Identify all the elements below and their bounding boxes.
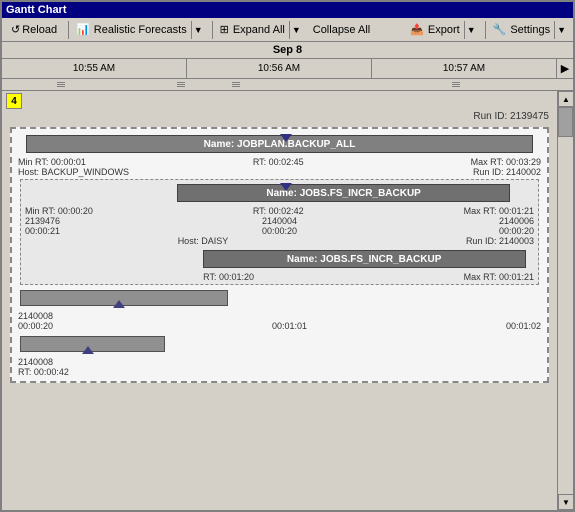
chevron-down-icon-2: ▼ <box>289 21 303 39</box>
jobplan-bar-container: Name: JOBPLAN.BACKUP_ALL <box>16 133 543 155</box>
sub-time-row-2: RT: 00:00:42 <box>16 367 543 377</box>
separator-1 <box>68 21 69 39</box>
toolbar: ↺ Reload 📊 Realistic Forecasts ▼ ⊞ Expan… <box>2 18 573 42</box>
timeline-forward-button[interactable]: ▶ <box>557 59 573 78</box>
sub-id-row-2: 2140008 <box>16 357 543 367</box>
chevron-down-icon: ▼ <box>191 21 205 39</box>
title-bar: Gantt Chart <box>2 2 573 18</box>
vertical-scrollbar: ▲ ▼ <box>557 91 573 510</box>
resize-handle-2[interactable] <box>177 79 185 91</box>
reload-icon: ↺ <box>11 23 20 36</box>
scroll-container: 4 Run ID: 2139475 Name: JOBPLAN.BACKUP_A… <box>2 91 573 510</box>
resize-handle-1[interactable] <box>57 79 65 91</box>
run-id-label-1: Run ID: 2139475 <box>2 109 557 123</box>
job3-host-run-row: Host: DAISY Run ID: 2140003 <box>23 236 536 246</box>
triangle-marker-1 <box>280 134 292 142</box>
fsincr-bar-1: Name: JOBS.FS_INCR_BACKUP <box>177 184 510 202</box>
down-triangle-2 <box>82 346 94 354</box>
job-group-1: Name: JOBPLAN.BACKUP_ALL Min RT: 00:00:0… <box>10 127 549 383</box>
down-triangle-1 <box>113 300 125 308</box>
settings-icon: 🔧 <box>493 23 507 36</box>
resize-handle-4[interactable] <box>452 79 460 91</box>
scroll-down-button[interactable]: ▼ <box>558 494 573 510</box>
separator-2 <box>212 21 213 39</box>
job-group-2: Name: JOBS.FS_INCR_BACKUP Min RT: 00:00:… <box>20 179 539 285</box>
job1-host-row: Host: BACKUP_WINDOWS Run ID: 2140002 <box>16 167 543 177</box>
gantt-content: 4 Run ID: 2139475 Name: JOBPLAN.BACKUP_A… <box>2 91 557 510</box>
gantt-chart-window: Gantt Chart ↺ Reload 📊 Realistic Forecas… <box>0 0 575 512</box>
window-title: Gantt Chart <box>6 4 67 16</box>
badge: 4 <box>6 93 22 109</box>
chevron-down-icon-4: ▼ <box>554 21 568 39</box>
resize-handle-3[interactable] <box>232 79 240 91</box>
scroll-thumb[interactable] <box>558 107 573 137</box>
expand-collapse-dropdown[interactable]: ⊞ Expand All ▼ <box>219 20 304 40</box>
time-cell-3: 10:57 AM <box>372 59 557 78</box>
time-cell-2: 10:56 AM <box>187 59 372 78</box>
time-header: 10:55 AM 10:56 AM 10:57 AM ▶ <box>2 59 573 79</box>
date-header: Sep 8 <box>2 42 573 59</box>
time-cell-1: 10:55 AM <box>2 59 187 78</box>
export-icon: 📤 <box>410 23 424 36</box>
scroll-track[interactable] <box>558 107 573 494</box>
collapse-all-button[interactable]: Collapse All <box>308 20 375 40</box>
sub-bar-row-2 <box>20 333 539 355</box>
settings-dropdown[interactable]: 🔧 Settings ▼ <box>492 20 569 40</box>
triangle-marker-2 <box>280 183 292 191</box>
chevron-down-icon-3: ▼ <box>464 21 478 39</box>
gantt-main-area: Sep 8 10:55 AM 10:56 AM 10:57 AM ▶ <box>2 42 573 510</box>
job2-info-row: Min RT: 00:00:20 RT: 00:02:42 Max RT: 00… <box>23 206 536 216</box>
scroll-up-button[interactable]: ▲ <box>558 91 573 107</box>
sub-time-row-1: 00:00:20 00:01:01 00:01:02 <box>16 321 543 331</box>
fsincr-bar-container-1: Name: JOBS.FS_INCR_BACKUP <box>23 182 536 204</box>
reload-button[interactable]: ↺ Reload <box>6 20 62 40</box>
resize-handles-row <box>2 79 573 91</box>
job2-time-row: 00:00:21 00:00:20 00:00:20 <box>23 226 536 236</box>
realistic-forecasts-dropdown[interactable]: 📊 Realistic Forecasts ▼ <box>75 20 206 40</box>
job3-time-row: RT: 00:01:20 Max RT: 00:01:21 <box>23 272 536 282</box>
job1-info-row: Min RT: 00:00:01 RT: 00:02:45 Max RT: 00… <box>16 157 543 167</box>
sub-bar-row-1 <box>20 287 539 309</box>
separator-3 <box>485 21 486 39</box>
job2-id-row: 2139476 2140004 2140006 <box>23 216 536 226</box>
chart-icon: 📊 <box>76 23 90 36</box>
fsincr-bar-container-2: Name: JOBS.FS_INCR_BACKUP <box>23 248 536 270</box>
fsincr-bar-2: Name: JOBS.FS_INCR_BACKUP <box>203 250 526 268</box>
sub-id-row-1: 2140008 <box>16 311 543 321</box>
export-dropdown[interactable]: 📤 Export ▼ <box>409 20 478 40</box>
expand-icon: ⊞ <box>220 23 229 36</box>
